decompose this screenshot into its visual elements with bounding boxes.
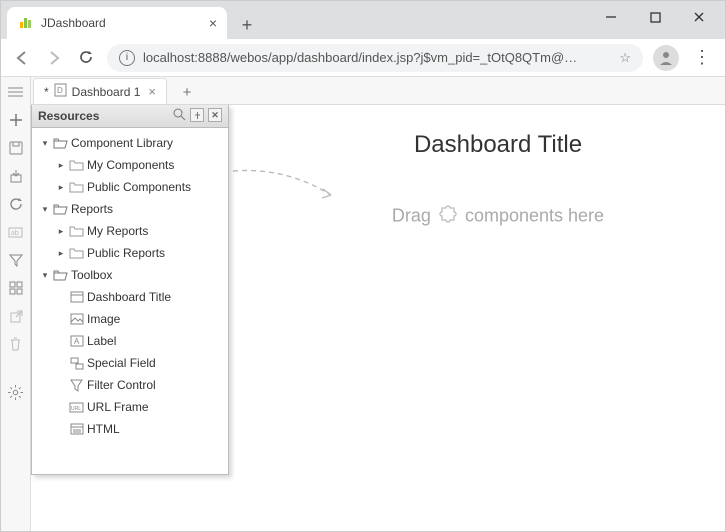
tree-item-filter-control[interactable]: ·Filter Control bbox=[34, 374, 226, 396]
drag-arrow-icon bbox=[231, 165, 341, 205]
html-icon bbox=[69, 422, 84, 436]
filter-icon[interactable] bbox=[7, 251, 25, 269]
tree-node-my-reports[interactable]: ▸My Reports bbox=[34, 220, 226, 242]
panel-header[interactable]: Resources ✕ bbox=[32, 105, 228, 128]
hint-prefix: Drag bbox=[392, 205, 431, 225]
tree-node-reports[interactable]: ▾Reports bbox=[34, 198, 226, 220]
tree-node-public-components[interactable]: ▸Public Components bbox=[34, 176, 226, 198]
layout-icon[interactable] bbox=[7, 279, 25, 297]
resources-panel: Resources ✕ ▾Component Library ▸My Compo… bbox=[31, 105, 229, 475]
doc-type-icon: D bbox=[54, 83, 67, 100]
forward-button[interactable] bbox=[43, 47, 65, 69]
folder-closed-icon bbox=[69, 158, 84, 172]
save-icon[interactable] bbox=[7, 139, 25, 157]
tree-node-component-library[interactable]: ▾Component Library bbox=[34, 132, 226, 154]
left-toolbar: ab bbox=[1, 77, 31, 531]
add-document-button[interactable]: + bbox=[175, 80, 199, 104]
back-button[interactable] bbox=[11, 47, 33, 69]
label-icon: A bbox=[69, 334, 84, 348]
resources-tree: ▾Component Library ▸My Components ▸Publi… bbox=[32, 128, 228, 444]
maximize-button[interactable] bbox=[633, 3, 677, 31]
tree-node-public-reports[interactable]: ▸Public Reports bbox=[34, 242, 226, 264]
document-tab-label: Dashboard 1 bbox=[72, 85, 141, 99]
close-panel-icon[interactable]: ✕ bbox=[208, 108, 222, 122]
folder-closed-icon bbox=[69, 224, 84, 238]
minimize-button[interactable] bbox=[589, 3, 633, 31]
refresh-icon[interactable] bbox=[7, 195, 25, 213]
tree-node-toolbox[interactable]: ▾Toolbox bbox=[34, 264, 226, 286]
special-field-icon bbox=[69, 356, 84, 370]
bookmark-star-icon[interactable]: ☆ bbox=[619, 50, 631, 66]
close-doc-button[interactable]: × bbox=[148, 84, 156, 99]
image-icon bbox=[69, 312, 84, 326]
export-icon[interactable] bbox=[7, 307, 25, 325]
rename-icon[interactable]: ab bbox=[7, 223, 25, 241]
folder-closed-icon bbox=[69, 180, 84, 194]
menu-icon[interactable] bbox=[7, 83, 25, 101]
pin-icon[interactable] bbox=[190, 108, 204, 122]
tree-item-label[interactable]: ·ALabel bbox=[34, 330, 226, 352]
new-tab-button[interactable]: + bbox=[233, 11, 261, 39]
import-icon[interactable] bbox=[7, 167, 25, 185]
address-bar: i localhost:8888/webos/app/dashboard/ind… bbox=[1, 39, 725, 77]
dirty-marker: * bbox=[44, 85, 49, 99]
dashboard-title-field[interactable]: Dashboard Title bbox=[291, 131, 705, 159]
tree-item-special-field[interactable]: ·Special Field bbox=[34, 352, 226, 374]
profile-button[interactable] bbox=[653, 45, 679, 71]
dashboard-canvas[interactable]: Dashboard Title Drag components here Res… bbox=[31, 105, 725, 531]
tree-item-url-frame[interactable]: ·URLURL Frame bbox=[34, 396, 226, 418]
document-tab[interactable]: * D Dashboard 1 × bbox=[33, 78, 167, 104]
browser-tab[interactable]: JDashboard × bbox=[7, 7, 227, 39]
url-frame-icon: URL bbox=[69, 400, 84, 414]
window-controls bbox=[589, 3, 721, 31]
panel-title: Resources bbox=[38, 109, 99, 123]
folder-open-icon bbox=[53, 202, 68, 216]
tree-item-dashboard-title[interactable]: ·Dashboard Title bbox=[34, 286, 226, 308]
svg-text:URL: URL bbox=[71, 406, 81, 412]
favicon-icon bbox=[17, 15, 33, 31]
tree-item-image[interactable]: ·Image bbox=[34, 308, 226, 330]
drop-hint: Drag components here bbox=[291, 205, 705, 228]
title-icon bbox=[69, 290, 84, 304]
svg-text:D: D bbox=[57, 86, 63, 95]
site-info-icon[interactable]: i bbox=[119, 50, 135, 66]
close-tab-button[interactable]: × bbox=[209, 15, 217, 31]
hint-suffix: components here bbox=[465, 205, 604, 225]
reload-button[interactable] bbox=[75, 47, 97, 69]
folder-closed-icon bbox=[69, 246, 84, 260]
tree-node-my-components[interactable]: ▸My Components bbox=[34, 154, 226, 176]
trash-icon[interactable] bbox=[7, 335, 25, 353]
svg-text:A: A bbox=[74, 337, 80, 346]
funnel-icon bbox=[69, 378, 84, 392]
search-icon[interactable] bbox=[173, 108, 186, 124]
browser-tab-title: JDashboard bbox=[41, 16, 106, 30]
settings-icon[interactable] bbox=[7, 383, 25, 401]
svg-text:ab: ab bbox=[11, 230, 19, 237]
puzzle-icon bbox=[439, 205, 457, 228]
browser-menu-button[interactable]: ⋮ bbox=[689, 47, 715, 68]
add-icon[interactable] bbox=[7, 111, 25, 129]
document-tabstrip: * D Dashboard 1 × + bbox=[31, 77, 725, 105]
folder-open-icon bbox=[53, 268, 68, 282]
tree-item-html[interactable]: ·HTML bbox=[34, 418, 226, 440]
url-text: localhost:8888/webos/app/dashboard/index… bbox=[143, 50, 577, 65]
folder-open-icon bbox=[53, 136, 68, 150]
close-window-button[interactable] bbox=[677, 3, 721, 31]
url-box[interactable]: i localhost:8888/webos/app/dashboard/ind… bbox=[107, 44, 643, 72]
